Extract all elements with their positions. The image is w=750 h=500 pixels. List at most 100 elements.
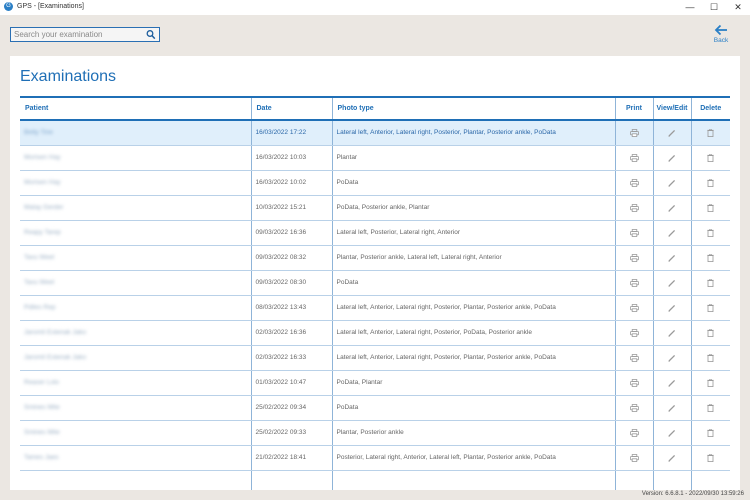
table-row[interactable]: Smines Mite 25/02/2022 09:33 Plantar, Post… — [20, 420, 730, 446]
table-row[interactable]: Pdiles Rep 08/03/2022 13:43 Lateral left, … — [20, 295, 730, 321]
table-row[interactable]: Reapy Tarep 09/03/2022 16:36 Lateral left,… — [20, 220, 730, 246]
pencil-icon[interactable] — [668, 379, 676, 387]
pencil-icon[interactable] — [668, 254, 676, 262]
pencil-icon[interactable] — [668, 279, 676, 287]
patient-name: Morisen Hay — [24, 179, 61, 186]
trash-icon[interactable] — [707, 228, 714, 237]
cell-patient: Morisen Hay — [20, 170, 251, 196]
cell-view-edit — [652, 470, 691, 490]
print-icon[interactable] — [629, 278, 639, 287]
print-icon[interactable] — [629, 228, 639, 237]
table-row[interactable]: Tavu Weel 09/03/2022 08:32 Plantar, Poster… — [20, 245, 730, 271]
cell-delete — [690, 395, 730, 421]
cell-patient: Morisen Hay — [20, 145, 251, 171]
cell-print — [614, 145, 653, 171]
trash-icon[interactable] — [707, 403, 714, 412]
pencil-icon[interactable] — [668, 304, 676, 312]
pencil-icon[interactable] — [668, 229, 676, 237]
pencil-icon[interactable] — [668, 329, 676, 337]
cell-view-edit — [652, 395, 691, 421]
cell-print — [614, 120, 653, 146]
status-bar: Version: 6.6.8.1 - 2022/09/30 13:59:26 — [0, 490, 750, 500]
table-row[interactable]: Tames Jaes 21/02/2022 18:41 Posterior, Lat… — [20, 445, 730, 471]
window-title: GPS - [Examinations] — [17, 3, 84, 10]
trash-icon[interactable] — [707, 153, 714, 162]
table-row[interactable] — [20, 470, 730, 490]
cell-patient: Jaromit Estenak Jako — [20, 320, 251, 346]
table-row[interactable]: Morisen Hay 16/03/2022 10:02 PoData — [20, 170, 730, 196]
close-button[interactable]: ✕ — [726, 0, 750, 15]
search-input[interactable] — [14, 29, 144, 40]
table-row[interactable]: Tavu Weel 09/03/2022 08:30 PoData — [20, 270, 730, 296]
print-icon[interactable] — [629, 378, 639, 387]
print-icon[interactable] — [629, 178, 639, 187]
patient-name: Tames Jaes — [24, 454, 59, 461]
app-logo-icon: G — [4, 2, 13, 11]
table-row[interactable]: Smines Mite 25/02/2022 09:34 PoData — [20, 395, 730, 421]
trash-icon[interactable] — [707, 203, 714, 212]
table-row[interactable]: Malay Gerder 10/03/2022 15:21 PoData, Post… — [20, 195, 730, 221]
print-icon[interactable] — [629, 203, 639, 212]
cell-view-edit — [652, 370, 691, 396]
column-header-date[interactable]: Date — [250, 96, 332, 121]
cell-print — [614, 320, 653, 346]
trash-icon[interactable] — [707, 128, 714, 137]
column-header-patient[interactable]: Patient — [20, 96, 251, 121]
trash-icon[interactable] — [707, 328, 714, 337]
pencil-icon[interactable] — [668, 354, 676, 362]
print-icon[interactable] — [629, 128, 639, 137]
trash-icon[interactable] — [707, 428, 714, 437]
trash-icon[interactable] — [707, 378, 714, 387]
cell-print — [614, 445, 653, 471]
print-icon[interactable] — [629, 453, 639, 462]
pencil-icon[interactable] — [668, 204, 676, 212]
cell-delete — [690, 320, 730, 346]
print-icon[interactable] — [629, 353, 639, 362]
pencil-icon[interactable] — [668, 154, 676, 162]
pencil-icon[interactable] — [668, 454, 676, 462]
pencil-icon[interactable] — [668, 404, 676, 412]
table-row[interactable]: Jaromit Estenak Jako 02/03/2022 16:36 Late… — [20, 320, 730, 346]
cell-view-edit — [652, 220, 691, 246]
print-icon[interactable] — [629, 303, 639, 312]
minimize-button[interactable]: — — [678, 0, 702, 15]
trash-icon[interactable] — [707, 178, 714, 187]
patient-name: Betty Tine — [24, 129, 53, 137]
column-header-photo-type[interactable]: Photo type — [331, 96, 615, 121]
cell-patient: Betty Tine — [20, 120, 251, 146]
print-icon[interactable] — [629, 428, 639, 437]
table-row[interactable]: Jaromit Estenak Jako 02/03/2022 16:33 Late… — [20, 345, 730, 371]
cell-photo-type: Lateral left, Anterior, Lateral right, P… — [331, 295, 615, 321]
print-icon[interactable] — [629, 153, 639, 162]
table-row[interactable]: Morisen Hay 16/03/2022 10:03 Plantar — [20, 145, 730, 171]
table-header-row: Patient Date Photo type Print View/Edit … — [20, 96, 730, 121]
cell-date: 25/02/2022 09:34 — [250, 395, 332, 421]
cell-delete — [690, 370, 730, 396]
cell-patient: Smines Mite — [20, 420, 251, 446]
trash-icon[interactable] — [707, 303, 714, 312]
cell-date: 21/02/2022 18:41 — [250, 445, 332, 471]
pencil-icon[interactable] — [668, 129, 676, 137]
trash-icon[interactable] — [707, 253, 714, 262]
print-icon[interactable] — [629, 328, 639, 337]
cell-view-edit — [652, 120, 691, 146]
back-button[interactable]: Back — [706, 24, 736, 44]
cell-view-edit — [652, 445, 691, 471]
table-row[interactable]: Reaser Lolo 01/03/2022 10:47 PoData, Plant… — [20, 370, 730, 396]
table-row[interactable]: Betty Tine 16/03/2022 17:22 Lateral left, … — [20, 120, 730, 146]
cell-photo-type — [331, 470, 615, 490]
pencil-icon[interactable] — [668, 429, 676, 437]
column-header-print: Print — [614, 96, 653, 121]
trash-icon[interactable] — [707, 453, 714, 462]
pencil-icon[interactable] — [668, 179, 676, 187]
trash-icon[interactable] — [707, 353, 714, 362]
cell-delete — [690, 295, 730, 321]
print-icon[interactable] — [629, 403, 639, 412]
cell-print — [614, 395, 653, 421]
maximize-button[interactable]: ☐ — [702, 0, 726, 15]
search-icon[interactable] — [146, 29, 156, 40]
examinations-table: Patient Date Photo type Print View/Edit … — [20, 96, 730, 490]
cell-delete — [690, 470, 730, 490]
print-icon[interactable] — [629, 253, 639, 262]
trash-icon[interactable] — [707, 278, 714, 287]
